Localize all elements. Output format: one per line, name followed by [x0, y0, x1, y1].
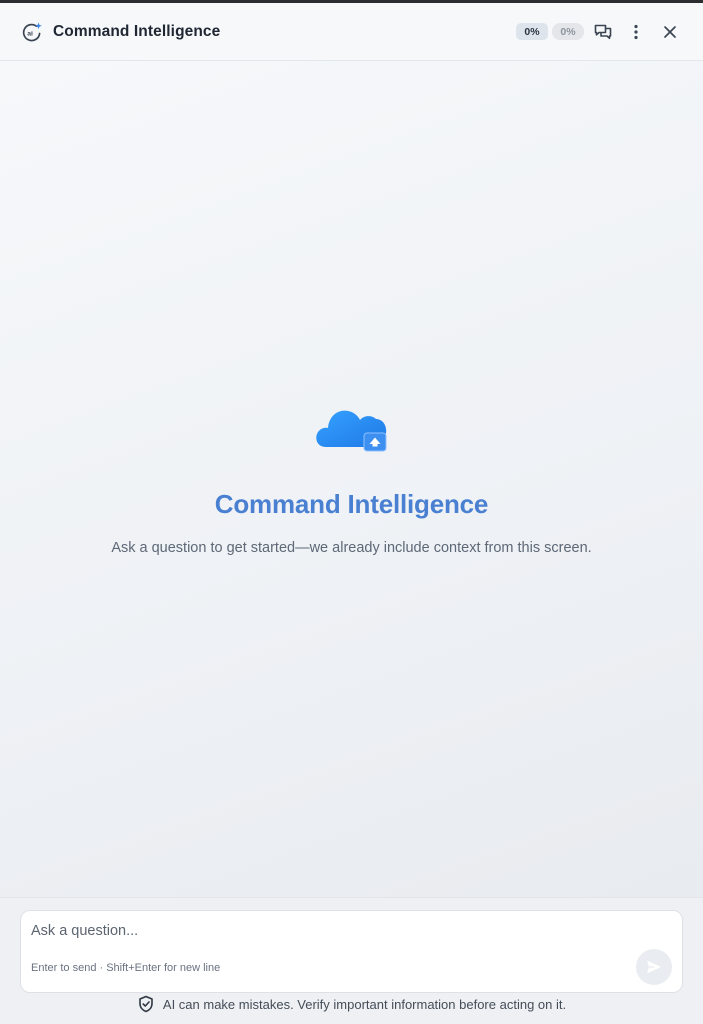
shield-check-icon: [137, 995, 155, 1013]
conversations-button[interactable]: [590, 19, 616, 45]
more-options-button[interactable]: [623, 19, 649, 45]
send-icon: [647, 960, 661, 974]
send-button[interactable]: [636, 949, 672, 985]
close-button[interactable]: [657, 19, 683, 45]
empty-state: Command Intelligence Ask a question to g…: [0, 403, 703, 556]
composer-hint: Enter to send · Shift+Enter for new line: [31, 962, 221, 974]
svg-text:ai: ai: [27, 30, 33, 37]
chat-bubbles-icon: [594, 24, 612, 39]
more-vertical-icon: [634, 24, 638, 39]
assistant-panel: ai Command Intelligence 0% 0% Command In…: [0, 3, 703, 1024]
ai-sparkle-icon: ai: [20, 20, 44, 44]
usage-badge-primary: 0%: [516, 23, 548, 40]
conversation-area: Command Intelligence Ask a question to g…: [0, 61, 703, 897]
close-icon: [664, 25, 676, 38]
composer-area: Enter to send · Shift+Enter for new line…: [0, 897, 703, 1024]
question-input[interactable]: [31, 921, 621, 941]
disclaimer-text: AI can make mistakes. Verify important i…: [162, 996, 567, 1012]
hero-title: Command Intelligence: [214, 489, 489, 519]
cloud-upload-icon: [314, 403, 390, 455]
panel-header: ai Command Intelligence 0% 0%: [0, 3, 703, 61]
hero-subtitle: Ask a question to get started—we already…: [111, 540, 592, 556]
ai-disclaimer: AI can make mistakes. Verify important i…: [0, 995, 703, 1013]
usage-badge-secondary: 0%: [552, 23, 584, 40]
panel-title: Command Intelligence: [53, 22, 221, 40]
composer-box: Enter to send · Shift+Enter for new line: [20, 910, 683, 993]
